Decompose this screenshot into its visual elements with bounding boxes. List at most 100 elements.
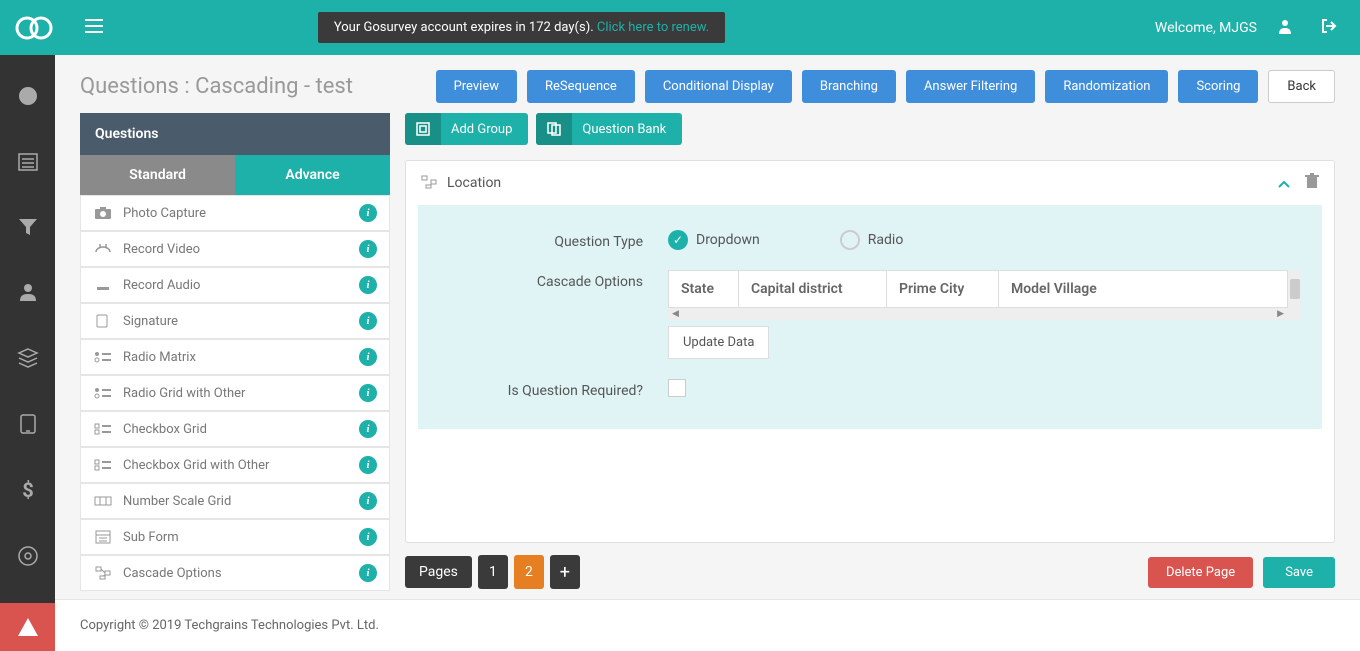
radio-radio[interactable]: Radio [840,230,904,250]
info-icon[interactable]: i [359,456,377,474]
qtype-checkbox-grid[interactable]: Checkbox Grid i [80,411,390,447]
trash-icon[interactable] [1305,173,1319,193]
qtype-label: Sub Form [123,530,349,545]
randomization-button[interactable]: Randomization [1045,70,1168,103]
qtype-radio-grid-other[interactable]: Radio Grid with Other i [80,375,390,411]
preview-button[interactable]: Preview [436,70,517,103]
resequence-button[interactable]: ReSequence [527,70,635,103]
question-bank-button[interactable]: Question Bank [536,113,682,145]
card-title: Location [447,175,501,191]
notification-link[interactable]: Click here to renew. [597,20,709,35]
notification-banner[interactable]: Your Gosurvey account expires in 172 day… [318,12,725,43]
qtype-label: Checkbox Grid [123,422,349,437]
cascade-icon [93,565,113,581]
info-icon[interactable]: i [359,564,377,582]
info-icon[interactable]: i [359,348,377,366]
sidebar-users-icon[interactable] [0,271,55,313]
signature-icon [93,313,113,329]
chevron-up-icon[interactable] [1278,174,1290,193]
video-icon [93,241,113,257]
qtype-label: Record Video [123,242,349,257]
info-icon[interactable]: i [359,312,377,330]
qtype-label: Signature [123,314,349,329]
scoring-button[interactable]: Scoring [1178,70,1258,103]
cascade-icon [421,174,437,193]
qtype-radio-matrix[interactable]: Radio Matrix i [80,339,390,375]
main-content: Questions : Cascading - test Preview ReS… [55,55,1360,651]
cascade-col-header[interactable]: State [669,271,739,307]
question-types-panel: Questions Standard Advance Photo Capture… [80,113,390,589]
qtype-photo-capture[interactable]: Photo Capture i [80,195,390,231]
add-page-button[interactable]: + [550,555,580,589]
delete-page-button[interactable]: Delete Page [1148,557,1253,588]
page-title: Questions : Cascading - test [80,74,353,99]
logo[interactable] [15,13,55,43]
sidebar-dashboard-icon[interactable] [0,75,55,117]
scale-icon [93,493,113,509]
top-bar: Your Gosurvey account expires in 172 day… [0,0,1360,55]
info-icon[interactable]: i [359,240,377,258]
menu-toggle-icon[interactable] [85,18,103,37]
bank-icon [536,113,572,145]
qtype-record-audio[interactable]: Record Audioi [80,267,390,303]
sidebar-settings-icon[interactable] [0,535,55,577]
branching-button[interactable]: Branching [802,70,896,103]
cascade-table: State Capital district Prime City Model … [668,270,1302,359]
update-data-button[interactable]: Update Data [668,326,769,359]
audio-icon [93,277,113,293]
required-checkbox[interactable] [668,379,686,397]
grid-icon [93,385,113,401]
qtype-checkbox-grid-other[interactable]: Checkbox Grid with Other i [80,447,390,483]
sidebar-filter-icon[interactable] [0,207,55,247]
add-group-button[interactable]: Add Group [405,113,528,145]
editor-panel: Add Group Question Bank Location [405,113,1335,589]
qtype-cascade-options[interactable]: Cascade Optionsi [80,555,390,591]
info-icon[interactable]: i [359,420,377,438]
page-1-button[interactable]: 1 [478,555,508,589]
sidebar-layers-icon[interactable] [0,337,55,379]
footer: Copyright © 2019 Techgrains Technologies… [55,599,1360,651]
horizontal-scrollbar[interactable]: ◀▶ [668,308,1288,320]
cascade-col-header[interactable]: Capital district [739,271,887,307]
pages-label: Pages [405,556,472,588]
sidebar-device-icon[interactable] [0,403,55,445]
page-2-button[interactable]: 2 [514,555,544,589]
info-icon[interactable]: i [359,204,377,222]
qtype-label: Checkbox Grid with Other [123,458,349,473]
sidebar-surveys-icon[interactable] [0,141,55,183]
logout-icon[interactable] [1313,18,1345,38]
save-button[interactable]: Save [1263,557,1335,588]
tab-advance[interactable]: Advance [235,155,390,195]
question-card: Location Question Type Dropdown Radio [405,160,1335,543]
svg-text:$: $ [22,479,33,501]
info-icon[interactable]: i [359,276,377,294]
info-icon[interactable]: i [359,384,377,402]
cascade-col-header[interactable]: Prime City [887,271,999,307]
qtype-label: Radio Grid with Other [123,386,349,401]
qtype-record-video[interactable]: Record Video i [80,231,390,267]
qtype-sub-form[interactable]: Sub Form i [80,519,390,555]
qtype-signature[interactable]: Signature i [80,303,390,339]
back-button[interactable]: Back [1268,70,1335,103]
sidebar-alert-icon[interactable] [0,603,55,651]
question-type-label: Question Type [438,230,668,250]
vertical-scrollbar[interactable] [1288,270,1302,308]
user-icon[interactable] [1269,18,1301,38]
cascade-col-header[interactable]: Model Village [999,271,1127,307]
conditional-display-button[interactable]: Conditional Display [645,70,792,103]
welcome-text: Welcome, MJGS [1155,20,1257,36]
tab-standard[interactable]: Standard [80,155,235,195]
page-header: Questions : Cascading - test Preview ReS… [55,55,1360,113]
radio-dropdown[interactable]: Dropdown [668,230,760,250]
answer-filtering-button[interactable]: Answer Filtering [906,70,1035,103]
pagination-bar: Pages 1 2 + Delete Page Save [405,543,1335,589]
qtype-label: Number Scale Grid [123,494,349,509]
info-icon[interactable]: i [359,492,377,510]
qtype-label: Photo Capture [123,206,349,221]
group-icon [405,113,441,145]
sidebar-billing-icon[interactable]: $ [0,469,55,511]
matrix-icon [93,349,113,365]
qtype-number-scale-grid[interactable]: Number Scale Grid i [80,483,390,519]
info-icon[interactable]: i [359,528,377,546]
qtype-label: Radio Matrix [123,350,349,365]
